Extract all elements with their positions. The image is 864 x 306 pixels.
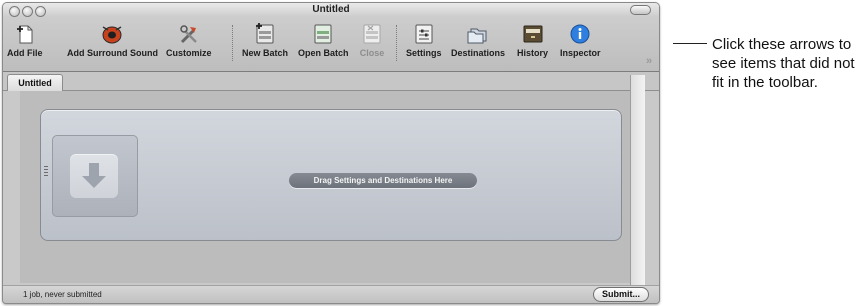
surround-sound-icon: [102, 26, 122, 44]
close-batch-icon: [363, 24, 381, 44]
tab-untitled[interactable]: Untitled: [7, 74, 63, 91]
job-status-text: 1 job, never submitted: [23, 290, 102, 299]
close-batch-button[interactable]: Close: [359, 23, 385, 58]
batch-tab-bar: Untitled: [3, 72, 659, 91]
toolbar-separator: [232, 25, 233, 61]
add-file-button[interactable]: Add File: [7, 23, 43, 58]
history-button[interactable]: History: [517, 23, 548, 58]
customize-label: Customize: [166, 48, 212, 58]
open-batch-button[interactable]: Open Batch: [298, 23, 349, 58]
status-bar: 1 job, never submitted Submit...: [3, 285, 659, 303]
drag-settings-hint: Drag Settings and Destinations Here: [289, 173, 477, 188]
toolbar-toggle-button[interactable]: [630, 5, 651, 15]
settings-label: Settings: [406, 48, 442, 58]
settings-icon: [415, 24, 433, 44]
callout-leader-line: [673, 43, 707, 44]
callout-text: Click these arrows to see items that did…: [712, 36, 855, 91]
inspector-button[interactable]: Inspector: [560, 23, 601, 58]
drag-handle[interactable]: [44, 166, 48, 178]
new-batch-icon: [256, 23, 274, 44]
toolbar-separator: [396, 25, 397, 61]
down-arrow-icon: [82, 163, 106, 188]
info-icon: [570, 24, 590, 44]
add-file-icon: [16, 25, 33, 44]
add-surround-sound-button[interactable]: Add Surround Sound: [67, 23, 158, 58]
tools-icon: [180, 25, 197, 44]
add-surround-sound-label: Add Surround Sound: [67, 48, 158, 58]
title-bar: Untitled Add File Add Surround Sound Cus…: [3, 3, 659, 72]
source-drop-well[interactable]: [52, 135, 138, 217]
compressor-window: Untitled Add File Add Surround Sound Cus…: [2, 2, 660, 304]
add-file-label: Add File: [7, 48, 43, 58]
window-title: Untitled: [312, 4, 350, 15]
open-batch-icon: [314, 24, 332, 44]
drop-tile: [70, 154, 118, 198]
history-label: History: [517, 48, 549, 58]
destinations-label: Destinations: [451, 48, 506, 58]
folders-icon: [467, 28, 487, 44]
vertical-scrollbar[interactable]: [630, 75, 645, 285]
settings-button[interactable]: Settings: [406, 23, 442, 58]
destinations-button[interactable]: Destinations: [451, 23, 505, 58]
toolbar: Add File Add Surround Sound Customize Ne…: [3, 19, 659, 69]
open-batch-label: Open Batch: [298, 48, 349, 58]
inspector-label: Inspector: [560, 48, 601, 58]
customize-button[interactable]: Customize: [166, 23, 212, 58]
drawer-icon: [523, 25, 542, 43]
close-batch-label: Close: [359, 48, 385, 58]
new-batch-label: New Batch: [242, 48, 289, 58]
batch-item[interactable]: Drag Settings and Destinations Here: [40, 109, 622, 241]
new-batch-button[interactable]: New Batch: [242, 23, 288, 58]
toolbar-overflow-arrows[interactable]: »: [646, 55, 652, 67]
submit-button[interactable]: Submit...: [593, 287, 649, 302]
